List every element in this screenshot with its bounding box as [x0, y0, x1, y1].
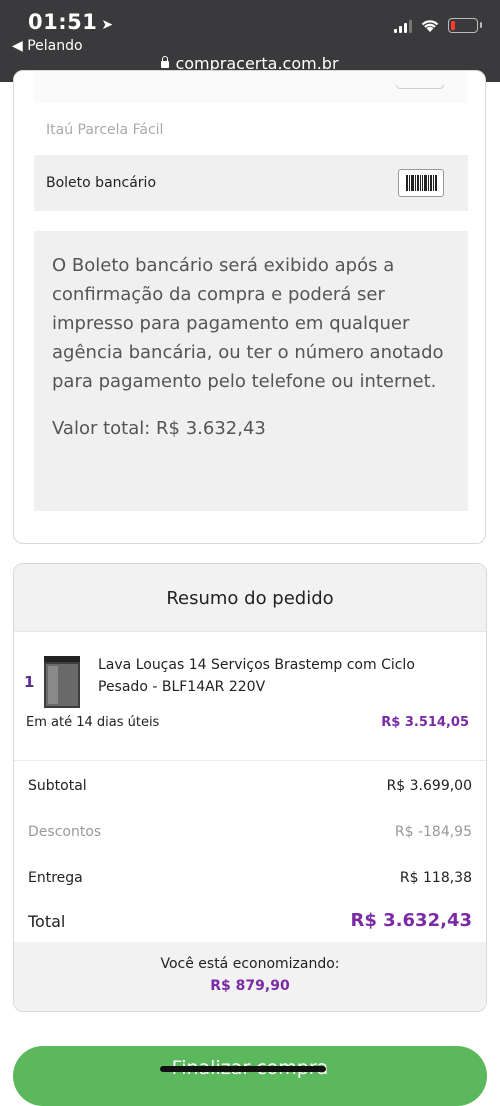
battery-icon [448, 18, 482, 33]
boleto-message: O Boleto bancário será exibido após a co… [52, 255, 444, 392]
subtotal-value: R$ 3.699,00 [386, 778, 472, 794]
cellular-signal-icon [394, 19, 412, 33]
product-name[interactable]: Lava Louças 14 Serviços Brastemp com Cic… [98, 654, 418, 698]
payment-option-label: Boleto bancário [46, 175, 157, 191]
product-image[interactable] [44, 656, 80, 708]
clock: 01:51 ➤ [28, 10, 114, 34]
total-label: Total [28, 912, 66, 931]
discount-label: Descontos [28, 824, 102, 840]
shipping-label: Entrega [28, 870, 83, 886]
card-icon [396, 85, 444, 89]
subtotal-label: Subtotal [28, 778, 87, 794]
payment-option-itau[interactable]: Itaú Parcela Fácil [34, 103, 468, 155]
wifi-icon [421, 20, 439, 32]
system-icons [394, 18, 482, 33]
savings-value: R$ 879,90 [210, 978, 290, 994]
payment-option-boleto[interactable]: Boleto bancário [34, 155, 468, 211]
item-quantity: 1 [24, 673, 35, 691]
item-price: R$ 3.514,05 [381, 715, 469, 730]
shipping-value: R$ 118,38 [399, 870, 472, 886]
payment-methods-card: Itaú Parcela Fácil Boleto bancário O Bol… [13, 70, 486, 544]
payment-option-label: Itaú Parcela Fácil [46, 122, 164, 138]
barcode-icon [398, 169, 444, 197]
order-summary-title: Resumo do pedido [14, 564, 486, 632]
boleto-total: Valor total: R$ 3.632,43 [52, 418, 266, 439]
delivery-estimate: Em até 14 dias úteis [26, 715, 160, 730]
payment-option-previous[interactable] [34, 71, 468, 104]
lock-icon [161, 56, 170, 68]
location-arrow-icon: ➤ [101, 17, 114, 33]
finalize-purchase-button[interactable]: Finalizar compra [13, 1046, 487, 1106]
savings-box: Você está economizando: R$ 879,90 [14, 942, 486, 1011]
order-summary-card: Resumo do pedido 1 Lava Louças 14 Serviç… [13, 563, 487, 1012]
home-indicator[interactable] [160, 1066, 326, 1072]
back-to-app-link[interactable]: ◀ Pelando [12, 38, 83, 54]
savings-label: Você está economizando: [160, 956, 340, 972]
order-item: 1 Lava Louças 14 Serviços Brastemp com C… [14, 632, 486, 761]
boleto-info-box: O Boleto bancário será exibido após a co… [34, 231, 468, 511]
discount-value: R$ -184,95 [394, 824, 472, 840]
total-value: R$ 3.632,43 [350, 910, 472, 931]
